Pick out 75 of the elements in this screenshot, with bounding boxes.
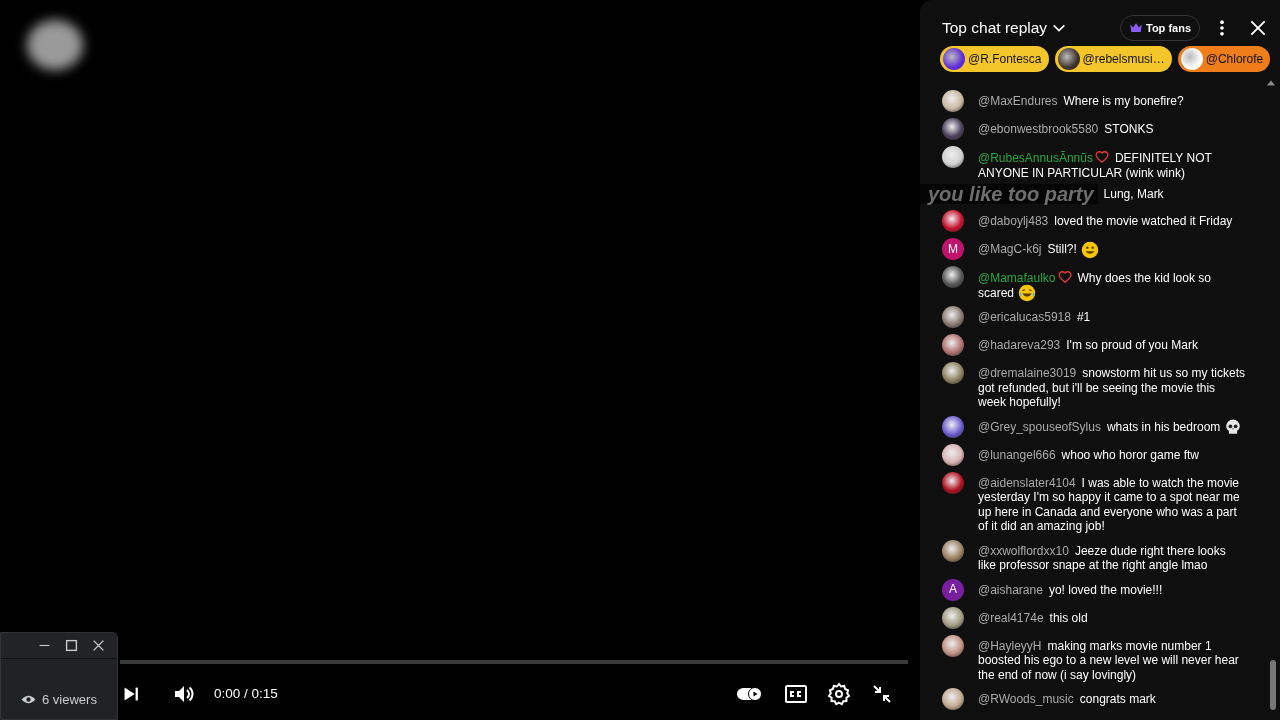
chat-author[interactable]: @aidenslater4104: [978, 475, 1076, 490]
chat-mode-title[interactable]: Top chat replay: [942, 16, 1048, 40]
chat-author[interactable]: @RubesAnnusÃnnũs: [978, 151, 1093, 165]
chat-author[interactable]: @xxwolflordxx10: [978, 543, 1069, 558]
user-avatar: A: [942, 578, 964, 601]
blurred-spot: [27, 20, 83, 70]
chat-message: @daboylj483 loved the movie watched it Friday: [978, 214, 1234, 229]
chat-author[interactable]: @ericalucas5918: [978, 310, 1071, 324]
crown-icon: [1129, 21, 1143, 35]
chat-message: @ebonwestbrook5580 STONKS: [978, 122, 1155, 137]
user-avatar: [942, 634, 964, 657]
chat-message: @RubesAnnusÃnnũs DEFINITELY NOT ANYONE IN PARTICULAR (wink wink): [978, 150, 1213, 180]
maximize-icon[interactable]: [65, 639, 78, 652]
chat-message: @aidenslater4104 I was able to watch the movie yesterday I'm so happy it came to a spot near me up here in Canada and everyone who was a part of it did an amazing job!: [978, 475, 1241, 534]
scroll-up-icon[interactable]: [1266, 78, 1276, 88]
heart-icon: [1094, 150, 1109, 164]
user-avatar: M: [942, 238, 964, 260]
user-avatar: [942, 90, 964, 112]
chat-message: @real4174e this old: [978, 610, 1089, 625]
avatar-icon: [943, 48, 965, 70]
chat-message: @HayleyyH making marks movie number 1 boosted his ego to a new level we will never hear the end of now (i say lovingly): [978, 638, 1240, 682]
heart-icon: [1057, 270, 1072, 284]
chat-author[interactable]: @hadareva293: [978, 338, 1061, 352]
user-avatar: [942, 362, 964, 384]
chat-author[interactable]: @dremalaine3019: [978, 366, 1077, 380]
chat-author[interactable]: @ebonwestbrook5580: [978, 122, 1099, 136]
user-avatar: [942, 306, 964, 328]
chat-author[interactable]: @MaxEndures: [978, 94, 1058, 108]
user-avatar: [942, 415, 964, 438]
chat-message: @dremalaine3019 snowstorm hit us so my tickets got refunded, but i'll be seeing the movie this week hopefully!: [978, 366, 1246, 410]
chat-author[interactable]: @real4174e: [978, 610, 1044, 625]
settings-icon[interactable]: [827, 682, 851, 706]
user-avatar: [942, 688, 964, 710]
viewer-count: 6 viewers: [42, 690, 97, 709]
chat-message: @Mamafaulko Why does the kid look so scared: [978, 270, 1246, 300]
chat-message: @lunangel666 whoo who horor game ftw: [978, 447, 1200, 462]
user-avatar: [942, 606, 964, 629]
chat-message: @aisharane yo! loved the movie!!!: [978, 582, 1164, 597]
caption-overlay: you like too party: [920, 184, 1098, 204]
fan-chip[interactable]: @R.Fontesca: [940, 46, 1049, 72]
chat-message: @MaxEndures Where is my bonefire?: [978, 94, 1185, 109]
user-avatar: [942, 266, 964, 288]
chat-author[interactable]: @daboylj483: [978, 214, 1049, 228]
user-avatar: [942, 539, 964, 562]
user-avatar: [942, 334, 964, 356]
user-avatar: [942, 146, 964, 168]
captions-icon[interactable]: [784, 682, 808, 706]
fan-chip[interactable]: @rebelsmusi…: [1054, 46, 1172, 72]
chat-message: @RWoods_music congrats mark: [978, 692, 1157, 707]
close-icon[interactable]: [1248, 18, 1268, 38]
chat-author[interactable]: @Mamafaulko: [978, 271, 1056, 285]
top-fans-button[interactable]: Top fans: [1120, 14, 1200, 42]
close-icon[interactable]: [92, 639, 105, 652]
scrollbar-thumb[interactable]: [1270, 660, 1276, 710]
chat-author[interactable]: @aisharane: [978, 582, 1043, 597]
user-avatar: [942, 443, 964, 466]
chat-message: Lung, Mark: [1103, 187, 1164, 202]
time-display: 0:00 / 0:15: [214, 684, 278, 703]
chat-message: @MagC-k6j Still?!: [978, 242, 1246, 257]
chat-message: @ericalucas5918 #1: [978, 310, 1092, 325]
chat-message: @hadareva293 I'm so proud of you Mark: [978, 338, 1199, 353]
user-avatar: [942, 471, 964, 494]
avatar-icon: [1180, 48, 1203, 70]
chat-author[interactable]: @lunangel666: [978, 447, 1056, 462]
avatar-icon: [1057, 48, 1080, 70]
fan-chip[interactable]: @Chlorofe: [1177, 46, 1271, 72]
chat-author[interactable]: @MagC-k6j: [978, 242, 1042, 256]
user-avatar: [942, 118, 964, 140]
chat-author[interactable]: @HayleyyH: [978, 638, 1042, 653]
progress-track[interactable]: [120, 660, 908, 664]
user-avatar: [942, 210, 964, 232]
chat-author[interactable]: @RWoods_music: [978, 692, 1074, 706]
chat-message: @xxwolflordxx10 Jeeze dude right there looks like professor snape at the right angle lmao: [978, 543, 1227, 573]
chat-author[interactable]: @Grey_spouseofSylus: [978, 419, 1101, 434]
chat-message: @Grey_spouseofSylus whats in his bedroom: [978, 419, 1246, 434]
